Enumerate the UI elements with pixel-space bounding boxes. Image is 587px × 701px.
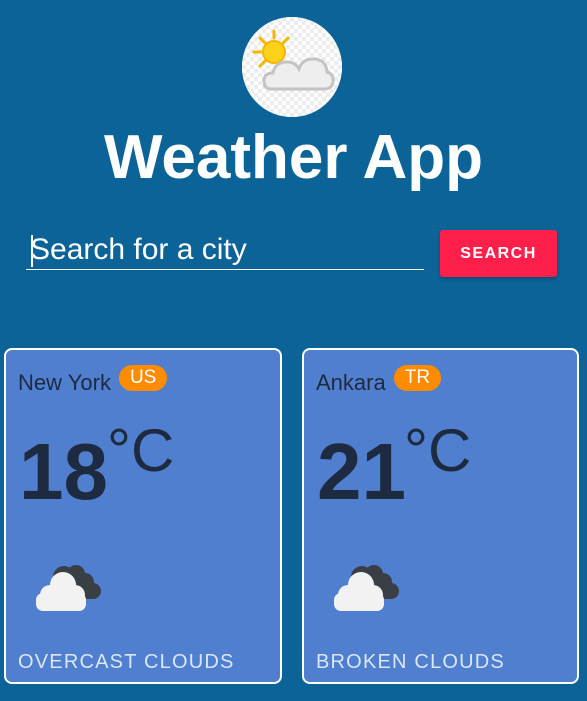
page-title: Weather App	[104, 123, 483, 192]
temperature-unit: °C	[107, 417, 175, 484]
app-logo	[242, 17, 342, 117]
city-name: New York	[18, 370, 111, 395]
sun-behind-cloud-icon	[242, 17, 342, 117]
text-cursor	[31, 235, 33, 267]
weather-description: BROKEN CLOUDS	[316, 651, 505, 673]
weather-card: Ankara TR 21 °C BROKEN CLOUDS	[302, 348, 579, 684]
city-name-row: New York US	[18, 365, 168, 398]
broken-clouds-icon	[334, 565, 399, 611]
temperature-unit: °C	[404, 417, 472, 484]
city-name-row: Ankara TR	[316, 365, 442, 398]
search-button[interactable]: SEARCH	[440, 230, 557, 277]
broken-clouds-icon	[36, 565, 101, 611]
temperature-value: 21	[317, 427, 406, 516]
country-badge: US	[118, 365, 168, 391]
search-input[interactable]	[26, 230, 424, 270]
weather-card: New York US 18 °C OVERCAST CLOUDS	[4, 348, 282, 684]
temperature-value: 18	[19, 427, 108, 516]
country-badge: TR	[393, 365, 442, 391]
weather-description: OVERCAST CLOUDS	[18, 651, 235, 673]
city-name: Ankara	[316, 370, 386, 395]
